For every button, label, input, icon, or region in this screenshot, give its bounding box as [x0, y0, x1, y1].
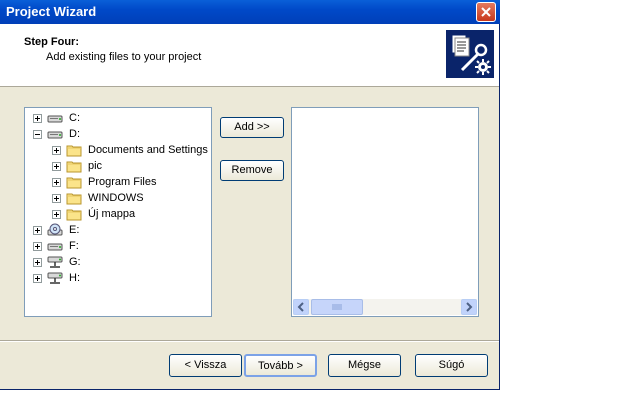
collapse-icon[interactable]: [33, 130, 42, 139]
remove-button[interactable]: Remove: [220, 160, 284, 181]
step-title: Step Four:: [24, 36, 79, 48]
add-button[interactable]: Add >>: [220, 117, 284, 138]
scroll-right-button[interactable]: [461, 299, 477, 315]
scroll-thumb[interactable]: [311, 299, 363, 315]
expand-icon[interactable]: [52, 146, 61, 155]
footer-separator: [0, 340, 499, 342]
expand-icon[interactable]: [52, 194, 61, 203]
tree-item-label: E:: [69, 224, 80, 236]
tree-item[interactable]: WINDOWS: [25, 190, 211, 206]
folder-tree[interactable]: C: D: Documents and Settings pic Program Fil…: [24, 107, 212, 317]
tree-item[interactable]: D:: [25, 126, 211, 142]
tree-item[interactable]: G:: [25, 254, 211, 270]
title-bar[interactable]: Project Wizard: [0, 0, 500, 24]
tree-item[interactable]: H:: [25, 270, 211, 286]
chevron-right-icon: [466, 302, 473, 312]
help-button[interactable]: Súgó: [415, 354, 488, 377]
expand-icon[interactable]: [52, 162, 61, 171]
scroll-left-button[interactable]: [293, 299, 309, 315]
window-title: Project Wizard: [6, 4, 97, 19]
expand-icon[interactable]: [33, 242, 42, 251]
expand-icon[interactable]: [52, 178, 61, 187]
tree-item[interactable]: F:: [25, 238, 211, 254]
chevron-left-icon: [297, 302, 304, 312]
project-wizard-window: Project Wizard Step Four: Add existing f…: [0, 0, 500, 390]
wizard-header: Step Four: Add existing files to your pr…: [0, 24, 499, 87]
tree-item-label: G:: [69, 256, 81, 268]
tree-item[interactable]: Új mappa: [25, 206, 211, 222]
tree-item-label: pic: [88, 160, 103, 172]
expand-icon[interactable]: [33, 258, 42, 267]
tree-item[interactable]: Program Files: [25, 174, 211, 190]
back-button[interactable]: < Vissza: [169, 354, 242, 377]
step-subtitle: Add existing files to your project: [46, 51, 202, 63]
tree-item-label: D:: [69, 128, 80, 140]
selected-files-list[interactable]: [291, 107, 479, 317]
tree-item-label: Program Files: [88, 176, 157, 188]
horizontal-scrollbar[interactable]: [293, 299, 477, 315]
tree-item[interactable]: C:: [25, 110, 211, 126]
tree-item-label: Documents and Settings: [88, 144, 208, 156]
tree-item[interactable]: pic: [25, 158, 211, 174]
tree-item-label: H:: [69, 272, 80, 284]
tree-item-label: WINDOWS: [88, 192, 144, 204]
wizard-tools-icon: [446, 30, 494, 78]
tree-item-label: Új mappa: [88, 208, 136, 220]
expand-icon[interactable]: [33, 226, 42, 235]
expand-icon[interactable]: [33, 114, 42, 123]
grip-icon: [332, 304, 342, 310]
tree-item-label: F:: [69, 240, 79, 252]
cancel-button[interactable]: Mégse: [328, 354, 401, 377]
tree-item-label: C:: [69, 112, 80, 124]
expand-icon[interactable]: [33, 274, 42, 283]
tree-item[interactable]: Documents and Settings: [25, 142, 211, 158]
next-button[interactable]: Tovább >: [244, 354, 317, 377]
network-drive-icon: [47, 271, 63, 290]
tree-item[interactable]: E:: [25, 222, 211, 238]
close-button[interactable]: [476, 2, 496, 22]
expand-icon[interactable]: [52, 210, 61, 219]
close-icon: [481, 7, 491, 17]
